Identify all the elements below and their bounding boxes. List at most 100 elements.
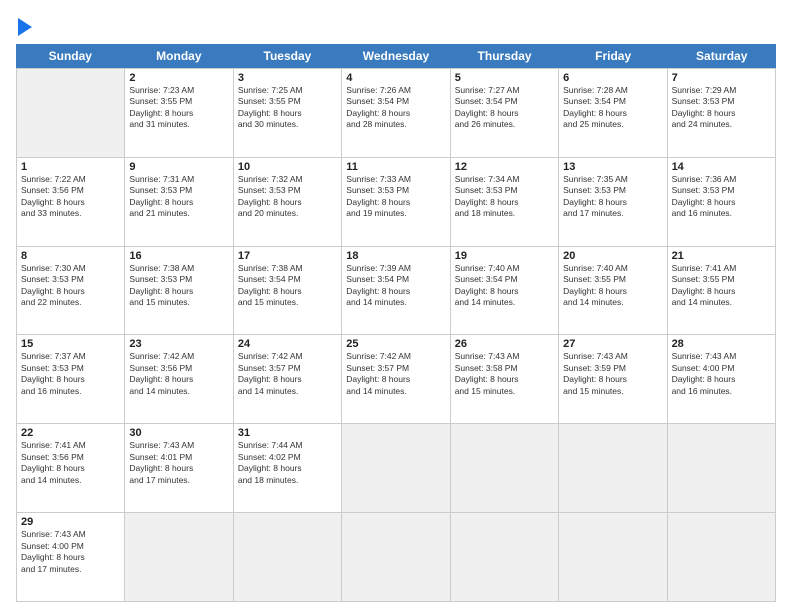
calendar-cell: 12 Sunrise: 7:34 AM Sunset: 3:53 PM Dayl… [451,158,559,246]
calendar-cell: 25 Sunrise: 7:42 AM Sunset: 3:57 PM Dayl… [342,335,450,423]
calendar-cell [342,424,450,512]
sunrise-text: Sunrise: 7:38 AM [238,263,337,274]
day-number: 19 [455,250,554,262]
calendar-cell: 7 Sunrise: 7:29 AM Sunset: 3:53 PM Dayli… [668,69,776,157]
calendar-cell: 29 Sunrise: 7:43 AM Sunset: 4:00 PM Dayl… [17,513,125,601]
and-text: and 14 minutes. [455,297,554,308]
sunset-text: Sunset: 4:00 PM [672,363,771,374]
day-number: 10 [238,161,337,173]
and-text: and 17 minutes. [129,475,228,486]
sunset-text: Sunset: 3:53 PM [21,274,120,285]
calendar-cell [668,513,776,601]
daylight-text: Daylight: 8 hours [21,552,120,563]
and-text: and 15 minutes. [129,297,228,308]
day-number: 18 [346,250,445,262]
day-number: 22 [21,427,120,439]
day-number: 15 [21,338,120,350]
daylight-text: Daylight: 8 hours [21,374,120,385]
and-text: and 25 minutes. [563,119,662,130]
sunset-text: Sunset: 3:57 PM [238,363,337,374]
day-number: 17 [238,250,337,262]
logo-arrow-icon [18,18,32,36]
sunrise-text: Sunrise: 7:44 AM [238,440,337,451]
sunset-text: Sunset: 3:55 PM [563,274,662,285]
calendar-cell: 4 Sunrise: 7:26 AM Sunset: 3:54 PM Dayli… [342,69,450,157]
day-number: 6 [563,72,662,84]
sunrise-text: Sunrise: 7:22 AM [21,174,120,185]
sunset-text: Sunset: 3:54 PM [346,274,445,285]
sunrise-text: Sunrise: 7:41 AM [21,440,120,451]
daylight-text: Daylight: 8 hours [129,463,228,474]
sunrise-text: Sunrise: 7:29 AM [672,85,771,96]
daylight-text: Daylight: 8 hours [21,197,120,208]
day-number: 12 [455,161,554,173]
daylight-text: Daylight: 8 hours [129,286,228,297]
calendar-cell: 9 Sunrise: 7:31 AM Sunset: 3:53 PM Dayli… [125,158,233,246]
and-text: and 18 minutes. [455,208,554,219]
daylight-text: Daylight: 8 hours [129,374,228,385]
sunrise-text: Sunrise: 7:31 AM [129,174,228,185]
day-number: 27 [563,338,662,350]
day-header-monday: Monday [125,44,234,68]
day-header-tuesday: Tuesday [233,44,342,68]
and-text: and 14 minutes. [563,297,662,308]
and-text: and 19 minutes. [346,208,445,219]
calendar-row-2: 8 Sunrise: 7:30 AM Sunset: 3:53 PM Dayli… [16,246,776,335]
daylight-text: Daylight: 8 hours [563,286,662,297]
daylight-text: Daylight: 8 hours [238,108,337,119]
day-number: 20 [563,250,662,262]
and-text: and 14 minutes. [21,475,120,486]
sunrise-text: Sunrise: 7:43 AM [672,351,771,362]
daylight-text: Daylight: 8 hours [21,463,120,474]
calendar-cell [451,513,559,601]
and-text: and 15 minutes. [238,297,337,308]
calendar-cell: 16 Sunrise: 7:38 AM Sunset: 3:53 PM Dayl… [125,247,233,335]
calendar-cell: 13 Sunrise: 7:35 AM Sunset: 3:53 PM Dayl… [559,158,667,246]
daylight-text: Daylight: 8 hours [563,374,662,385]
sunrise-text: Sunrise: 7:25 AM [238,85,337,96]
daylight-text: Daylight: 8 hours [672,108,771,119]
sunset-text: Sunset: 3:53 PM [129,185,228,196]
sunset-text: Sunset: 3:54 PM [455,274,554,285]
sunset-text: Sunset: 3:53 PM [563,185,662,196]
sunset-text: Sunset: 3:54 PM [563,96,662,107]
and-text: and 28 minutes. [346,119,445,130]
calendar-cell: 27 Sunrise: 7:43 AM Sunset: 3:59 PM Dayl… [559,335,667,423]
day-number: 25 [346,338,445,350]
sunrise-text: Sunrise: 7:42 AM [346,351,445,362]
sunset-text: Sunset: 3:53 PM [455,185,554,196]
calendar-cell: 11 Sunrise: 7:33 AM Sunset: 3:53 PM Dayl… [342,158,450,246]
daylight-text: Daylight: 8 hours [346,286,445,297]
day-number: 24 [238,338,337,350]
calendar-cell: 31 Sunrise: 7:44 AM Sunset: 4:02 PM Dayl… [234,424,342,512]
day-number: 28 [672,338,771,350]
and-text: and 16 minutes. [672,386,771,397]
calendar-cell: 10 Sunrise: 7:32 AM Sunset: 3:53 PM Dayl… [234,158,342,246]
sunrise-text: Sunrise: 7:43 AM [21,529,120,540]
daylight-text: Daylight: 8 hours [672,374,771,385]
sunrise-text: Sunrise: 7:43 AM [455,351,554,362]
daylight-text: Daylight: 8 hours [563,197,662,208]
and-text: and 31 minutes. [129,119,228,130]
and-text: and 16 minutes. [21,386,120,397]
calendar-cell [125,513,233,601]
and-text: and 14 minutes. [346,297,445,308]
sunrise-text: Sunrise: 7:34 AM [455,174,554,185]
day-number: 8 [21,250,120,262]
and-text: and 14 minutes. [346,386,445,397]
sunset-text: Sunset: 3:55 PM [238,96,337,107]
and-text: and 24 minutes. [672,119,771,130]
daylight-text: Daylight: 8 hours [672,286,771,297]
daylight-text: Daylight: 8 hours [238,374,337,385]
and-text: and 33 minutes. [21,208,120,219]
calendar-cell: 24 Sunrise: 7:42 AM Sunset: 3:57 PM Dayl… [234,335,342,423]
sunset-text: Sunset: 3:53 PM [238,185,337,196]
header [16,16,776,36]
calendar-row-5: 29 Sunrise: 7:43 AM Sunset: 4:00 PM Dayl… [16,512,776,602]
day-number: 4 [346,72,445,84]
daylight-text: Daylight: 8 hours [21,286,120,297]
sunrise-text: Sunrise: 7:30 AM [21,263,120,274]
sunset-text: Sunset: 4:01 PM [129,452,228,463]
and-text: and 17 minutes. [21,564,120,575]
sunset-text: Sunset: 3:55 PM [672,274,771,285]
